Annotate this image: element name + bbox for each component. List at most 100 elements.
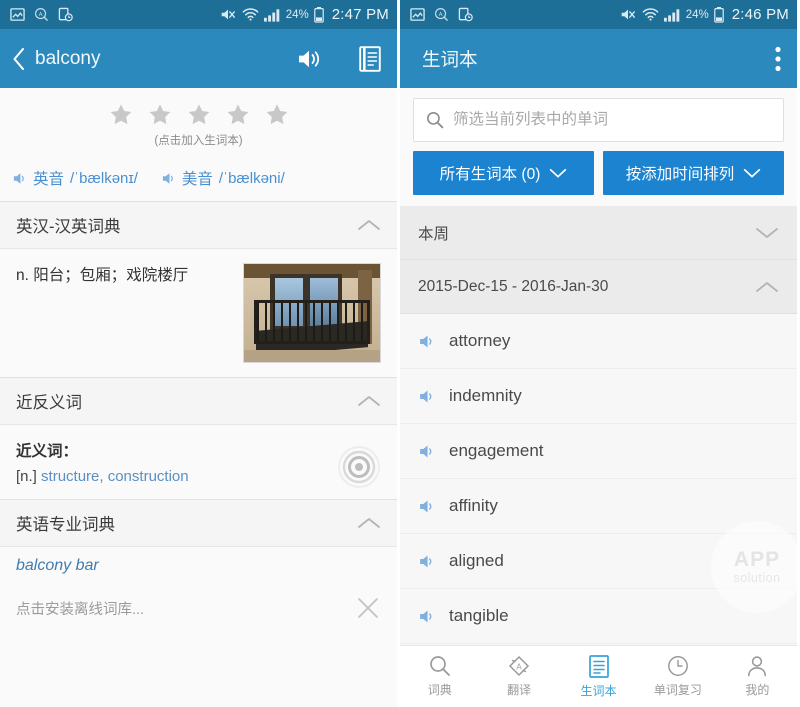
- word-label: attorney: [449, 331, 511, 350]
- toolbar-actions: [297, 45, 381, 72]
- list-item[interactable]: indemnity: [400, 369, 797, 424]
- speaker-small-icon[interactable]: [161, 171, 176, 186]
- list-item[interactable]: tangible: [400, 589, 797, 644]
- battery-percent: 24%: [685, 8, 709, 21]
- speaker-small-icon[interactable]: [418, 443, 435, 460]
- star-icon[interactable]: [108, 102, 134, 128]
- page-title: balcony: [35, 47, 101, 69]
- star-icon[interactable]: [225, 102, 251, 128]
- photo-railing-frame: [254, 300, 370, 344]
- pronunciation-us[interactable]: 美音 /ˈbælkəni/: [161, 167, 285, 189]
- signal-bars-icon: [663, 8, 681, 22]
- svg-text:A: A: [39, 12, 43, 18]
- list-item[interactable]: engagement: [400, 424, 797, 479]
- wordbook-select-dropdown[interactable]: 所有生词本 (0): [413, 151, 594, 195]
- speaker-small-icon[interactable]: [12, 171, 27, 186]
- magnifier-a-icon: A: [34, 7, 49, 22]
- close-x-icon[interactable]: [355, 595, 381, 621]
- search-input[interactable]: [453, 111, 771, 129]
- search-icon: [429, 655, 451, 677]
- wordbook-toolbar: 生词本: [400, 29, 797, 88]
- list-item[interactable]: affinity: [400, 479, 797, 534]
- install-offline-dict-row[interactable]: 点击安装离线词库...: [0, 575, 397, 639]
- nav-tab-review[interactable]: 单词复习: [638, 655, 717, 698]
- group-title: 本周: [418, 225, 450, 243]
- status-notification-icons: A: [10, 7, 73, 22]
- search-wrapper: [400, 88, 797, 151]
- notebook-icon[interactable]: [359, 45, 381, 72]
- star-icon[interactable]: [186, 102, 212, 128]
- word-label: affinity: [449, 496, 498, 515]
- section-header-professional[interactable]: 英语专业词典: [0, 499, 397, 547]
- balcony-photo: [243, 263, 381, 363]
- speaker-small-icon[interactable]: [418, 388, 435, 405]
- device-clock-icon: [458, 7, 473, 22]
- signal-bars-icon: [263, 8, 281, 22]
- group-header-date-range[interactable]: 2015-Dec-15 - 2016-Jan-30: [400, 260, 797, 314]
- target-circles-icon[interactable]: [337, 445, 381, 489]
- section-title: 近反义词: [16, 394, 82, 412]
- battery-icon: [713, 6, 724, 23]
- image-notification-icon: [10, 7, 25, 22]
- chevron-down-icon: [549, 168, 567, 179]
- nav-label: 单词复习: [653, 683, 702, 697]
- section-body-synonyms: 近义词： [n.] structure, construction: [0, 425, 397, 499]
- bottom-navigation: 词典 A 翻译 生词本 单词复习 我的: [400, 645, 797, 707]
- star-icon[interactable]: [264, 102, 290, 128]
- chevron-down-icon: [743, 168, 761, 179]
- dropdown-label: 所有生词本 (0): [439, 166, 541, 183]
- word-label: tangible: [449, 606, 509, 625]
- nav-tab-dictionary[interactable]: 词典: [400, 655, 479, 698]
- status-time: 2:47 PM: [331, 6, 389, 23]
- list-item[interactable]: attorney: [400, 314, 797, 369]
- speaker-small-icon[interactable]: [418, 608, 435, 625]
- list-item[interactable]: aligned: [400, 534, 797, 589]
- dropdown-label: 按添加时间排列: [625, 166, 735, 183]
- star-icon[interactable]: [147, 102, 173, 128]
- translate-icon: A: [507, 655, 531, 677]
- pronunciation-uk[interactable]: 英音 /ˈbælkənɪ/: [12, 167, 138, 189]
- chevron-up-icon[interactable]: [755, 280, 779, 294]
- chevron-up-icon[interactable]: [357, 218, 381, 232]
- image-notification-icon: [410, 7, 425, 22]
- speaker-icon[interactable]: [297, 48, 323, 70]
- detail-toolbar: balcony: [0, 29, 397, 88]
- nav-label: 生词本: [580, 683, 617, 698]
- speaker-small-icon[interactable]: [418, 333, 435, 350]
- mute-icon: [619, 7, 637, 22]
- star-rating[interactable]: [0, 102, 397, 128]
- nav-tab-profile[interactable]: 我的: [718, 655, 797, 698]
- group-header-this-week[interactable]: 本周: [400, 206, 797, 260]
- overflow-menu-icon[interactable]: [775, 46, 781, 72]
- toolbar-actions: [775, 46, 781, 72]
- chevron-down-icon[interactable]: [755, 226, 779, 240]
- section-title: 英汉-汉英词典: [16, 218, 121, 236]
- chevron-up-icon[interactable]: [357, 394, 381, 408]
- photo-base: [244, 350, 380, 362]
- uk-ipa: /ˈbælkənɪ/: [70, 169, 138, 187]
- right-screen-wordbook: A 24% 2:46 PM 生词本 筛选当前列表中的单词 所有生词本 (0) 按…: [400, 0, 797, 707]
- search-box[interactable]: [413, 98, 784, 142]
- nav-tab-translate[interactable]: A 翻译: [479, 655, 558, 698]
- mute-icon: [219, 7, 237, 22]
- speaker-small-icon[interactable]: [418, 553, 435, 570]
- sort-order-dropdown[interactable]: 按添加时间排列: [603, 151, 784, 195]
- section-header-ec-dictionary[interactable]: 英汉-汉英词典: [0, 201, 397, 249]
- back-chevron-icon[interactable]: [12, 47, 26, 71]
- synonym-words[interactable]: structure, construction: [41, 468, 189, 485]
- section-header-synonyms[interactable]: 近反义词: [0, 377, 397, 425]
- status-time: 2:46 PM: [731, 6, 789, 23]
- professional-term[interactable]: balcony bar: [0, 547, 397, 575]
- uk-label: 英音: [33, 171, 65, 188]
- word-label: engagement: [449, 441, 544, 460]
- chevron-up-icon[interactable]: [357, 516, 381, 530]
- dual-screenshot-container: A 24% 2:47 PM balcony (点击加入生词本) 英音 /ˈbæl…: [0, 0, 800, 707]
- nav-tab-wordbook[interactable]: 生词本: [559, 654, 638, 699]
- pronunciation-row: 英音 /ˈbælkənɪ/ 美音 /ˈbælkəni/: [0, 158, 397, 201]
- definition-text: n. 阳台；包厢；戏院楼厅: [16, 267, 189, 284]
- page-title: 生词本: [422, 48, 478, 70]
- speaker-small-icon[interactable]: [418, 498, 435, 515]
- rating-hint: (点击加入生词本): [154, 135, 243, 147]
- definition-row: n. 阳台；包厢；戏院楼厅: [16, 263, 381, 363]
- magnifier-a-icon: A: [434, 7, 449, 22]
